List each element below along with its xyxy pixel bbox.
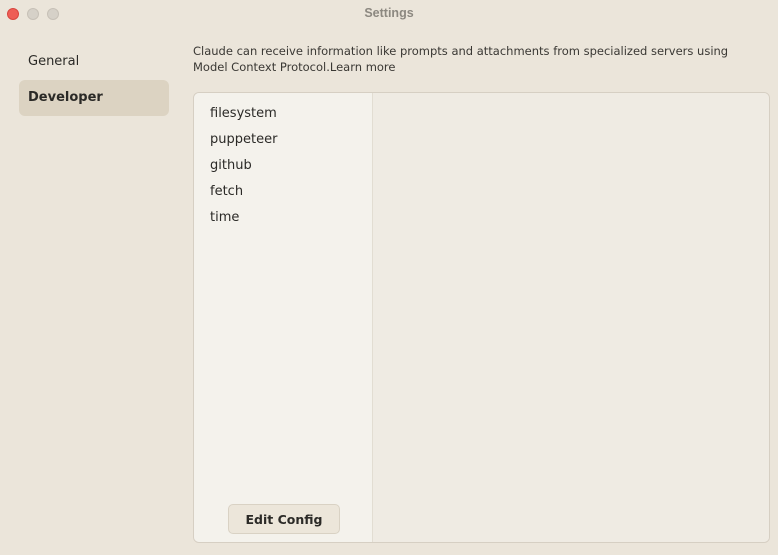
- settings-window: Settings General Developer Claude can re…: [0, 0, 778, 555]
- server-detail-pane: [373, 93, 769, 542]
- description-text: Claude can receive information like prom…: [193, 44, 729, 74]
- title-bar: Settings: [0, 0, 778, 28]
- settings-sidebar: General Developer: [19, 44, 169, 116]
- sidebar-item-developer[interactable]: Developer: [19, 80, 169, 116]
- server-item-puppeteer[interactable]: puppeteer: [194, 127, 372, 153]
- server-item-github[interactable]: github: [194, 153, 372, 179]
- mcp-servers-panel: filesystem puppeteer github fetch time E…: [193, 92, 770, 543]
- server-list: filesystem puppeteer github fetch time E…: [194, 93, 373, 542]
- window-title: Settings: [364, 6, 414, 20]
- server-item-fetch[interactable]: fetch: [194, 179, 372, 205]
- sidebar-item-general[interactable]: General: [19, 44, 169, 80]
- learn-more-link[interactable]: Learn more: [330, 60, 396, 74]
- server-item-filesystem[interactable]: filesystem: [194, 101, 372, 127]
- mcp-description: Claude can receive information like prom…: [193, 43, 763, 75]
- edit-config-button[interactable]: Edit Config: [228, 504, 340, 534]
- server-item-time[interactable]: time: [194, 205, 372, 231]
